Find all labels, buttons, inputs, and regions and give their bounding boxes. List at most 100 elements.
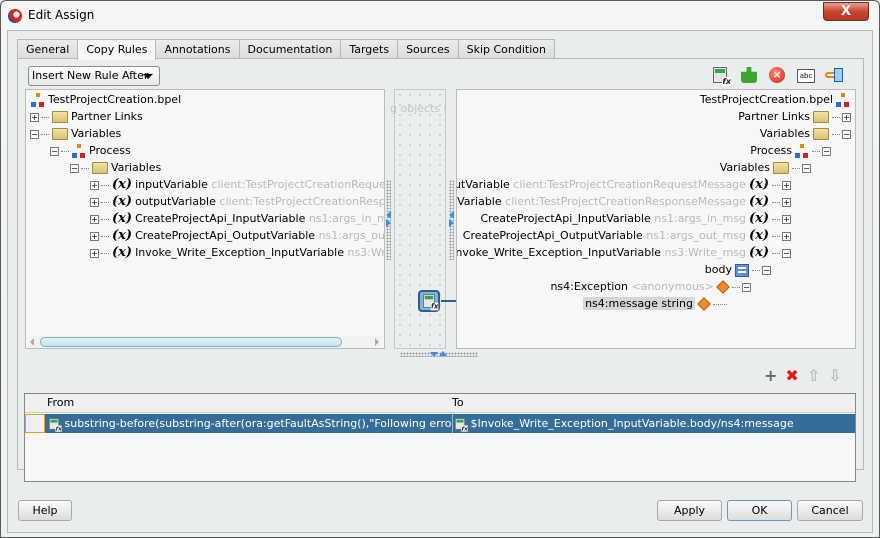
- collapse-icon[interactable]: −: [822, 146, 831, 156]
- expand-icon[interactable]: +: [90, 248, 99, 258]
- expand-icon[interactable]: +: [782, 231, 791, 241]
- collapse-icon[interactable]: −: [50, 146, 59, 156]
- tree-node-variable[interactable]: + (x) inputVariable client:TestProjectCrea…: [88, 176, 384, 193]
- bpel-process-icon: [31, 93, 45, 107]
- tree-node-variable[interactable]: + (x) outputVariable client:TestProjectCre…: [88, 193, 384, 210]
- function-node[interactable]: [418, 290, 440, 312]
- target-tree[interactable]: TestProjectCreation.bpel Partner Links + …: [456, 89, 856, 349]
- expand-icon[interactable]: +: [30, 112, 39, 122]
- expand-icon[interactable]: +: [782, 214, 791, 224]
- tree-node-message[interactable]: ns4:message string: [583, 295, 727, 312]
- cancel-button[interactable]: Cancel: [797, 500, 863, 521]
- button-label: OK: [751, 504, 768, 517]
- expand-icon[interactable]: +: [782, 180, 791, 190]
- node-label: Invoke_Write_Exception_InputVariable: [456, 246, 662, 259]
- tree-node-variable[interactable]: CreateProjectApi_OutputVariable ns1:args…: [463, 227, 793, 244]
- collapse-icon[interactable]: −: [802, 163, 811, 173]
- variable-icon: (x): [748, 211, 769, 226]
- tree-node-variable[interactable]: outputVariable client:TestProjectCreatio…: [457, 193, 793, 210]
- expand-icon[interactable]: +: [90, 197, 99, 207]
- expand-icon[interactable]: +: [842, 112, 851, 122]
- remove-button[interactable]: ×: [769, 67, 787, 85]
- collapse-left-icon[interactable]: [449, 211, 454, 219]
- chevron-down-icon: [143, 74, 153, 79]
- tree-node-root[interactable]: TestProjectCreation.bpel: [28, 91, 181, 108]
- ok-button[interactable]: OK: [727, 500, 792, 521]
- map-button[interactable]: [825, 67, 843, 85]
- expand-right-icon[interactable]: [386, 219, 391, 227]
- tab-sources[interactable]: Sources: [397, 39, 459, 59]
- tab-skip-condition[interactable]: Skip Condition: [457, 39, 555, 59]
- literal-button[interactable]: abc: [797, 67, 815, 85]
- rule-tools: + ✖ ⇧ ⇩: [764, 367, 842, 385]
- node-label: ns4:Exception: [550, 280, 628, 293]
- tree-node-root[interactable]: TestProjectCreation.bpel: [700, 91, 853, 108]
- tree-node-exception[interactable]: ns4:Exception <anonymous> −: [550, 278, 753, 295]
- node-label: CreateProjectApi_OutputVariable: [135, 229, 316, 242]
- rule-mode-select[interactable]: Insert New Rule After: [28, 66, 160, 86]
- collapse-icon[interactable]: −: [30, 129, 39, 139]
- collapse-left-icon[interactable]: [386, 211, 391, 219]
- from-cell[interactable]: substring-before(substring-after(ora:get…: [47, 414, 451, 433]
- table-row[interactable]: substring-before(substring-after(ora:get…: [25, 414, 855, 433]
- expand-icon[interactable]: +: [90, 214, 99, 224]
- tree-node-variable[interactable]: Invoke_Write_Exception_InputVariable ns3…: [456, 244, 793, 261]
- apply-button[interactable]: Apply: [657, 500, 722, 521]
- node-label: outputVariable: [457, 195, 502, 208]
- to-cell[interactable]: $Invoke_Write_Exception_InputVariable.bo…: [452, 414, 852, 433]
- tree-node-process-variables[interactable]: − Variables: [68, 159, 161, 176]
- tree-node-variable[interactable]: CreateProjectApi_InputVariable ns1:args_…: [481, 210, 794, 227]
- expand-icon[interactable]: +: [782, 197, 791, 207]
- tree-node-partner-links[interactable]: Partner Links +: [738, 108, 853, 125]
- tree-node-variable[interactable]: + (x) CreateProjectApi_InputVariable ns1:a…: [88, 210, 384, 227]
- tab-documentation[interactable]: Documentation: [238, 39, 342, 59]
- scroll-right-icon[interactable]: [375, 338, 379, 346]
- close-button[interactable]: X: [823, 2, 869, 21]
- tab-annotations[interactable]: Annotations: [155, 39, 240, 59]
- tree-node-process[interactable]: Process −: [750, 142, 833, 159]
- tree-node-process-variables[interactable]: Variables −: [720, 159, 813, 176]
- node-label: inputVariable: [135, 178, 208, 191]
- tree-node-partner-links[interactable]: + Partner Links: [28, 108, 143, 125]
- tree-node-body[interactable]: body −: [705, 261, 773, 278]
- tree-node-variables[interactable]: Variables −: [760, 125, 853, 142]
- expand-right-icon[interactable]: [449, 219, 454, 227]
- variable-icon: (x): [748, 245, 769, 260]
- tab-targets[interactable]: Targets: [340, 39, 399, 59]
- tree-node-variable[interactable]: + (x) Invoke_Write_Exception_InputVariable…: [88, 244, 384, 261]
- expand-icon[interactable]: +: [90, 180, 99, 190]
- help-button[interactable]: Help: [18, 500, 72, 521]
- copy-rules-table[interactable]: From To substring-before(substring-after…: [24, 393, 856, 482]
- collapse-down-icon[interactable]: [430, 352, 438, 357]
- row-header-icon[interactable]: [25, 414, 45, 433]
- collapse-icon[interactable]: −: [782, 248, 791, 258]
- column-header-from[interactable]: From: [47, 396, 74, 409]
- move-up-button[interactable]: ⇧: [807, 367, 820, 385]
- source-tree-hscrollbar[interactable]: [28, 336, 381, 348]
- node-label: CreateProjectApi_InputVariable: [135, 212, 306, 225]
- scroll-left-icon[interactable]: [30, 338, 34, 346]
- tree-node-process[interactable]: − Process: [48, 142, 131, 159]
- collapse-icon[interactable]: −: [842, 129, 851, 139]
- scroll-thumb[interactable]: [40, 337, 342, 347]
- tree-node-variable[interactable]: + (x) CreateProjectApi_OutputVariable ns1:…: [88, 227, 384, 244]
- bpel-process-icon: [836, 93, 850, 107]
- move-down-button[interactable]: ⇩: [828, 367, 841, 385]
- expand-icon[interactable]: +: [90, 231, 99, 241]
- xml-fragment-button[interactable]: [741, 67, 759, 85]
- delete-rule-button[interactable]: ✖: [785, 367, 798, 385]
- node-label: Variables: [719, 161, 770, 174]
- expand-up-icon[interactable]: [439, 351, 447, 356]
- expression-builder-button[interactable]: [713, 67, 731, 86]
- tree-node-variable[interactable]: inputVariable client:TestProjectCreation…: [457, 176, 793, 193]
- tree-node-variables[interactable]: − Variables: [28, 125, 121, 142]
- node-label: ns4:message string: [583, 297, 695, 310]
- tab-general[interactable]: General: [17, 39, 79, 59]
- collapse-icon[interactable]: −: [762, 265, 771, 275]
- collapse-icon[interactable]: −: [742, 282, 751, 292]
- tab-copy-rules[interactable]: Copy Rules: [77, 39, 157, 60]
- add-rule-button[interactable]: +: [764, 367, 777, 385]
- column-header-to[interactable]: To: [452, 396, 464, 409]
- collapse-icon[interactable]: −: [70, 163, 79, 173]
- source-tree[interactable]: TestProjectCreation.bpel + Partner Links …: [25, 89, 385, 349]
